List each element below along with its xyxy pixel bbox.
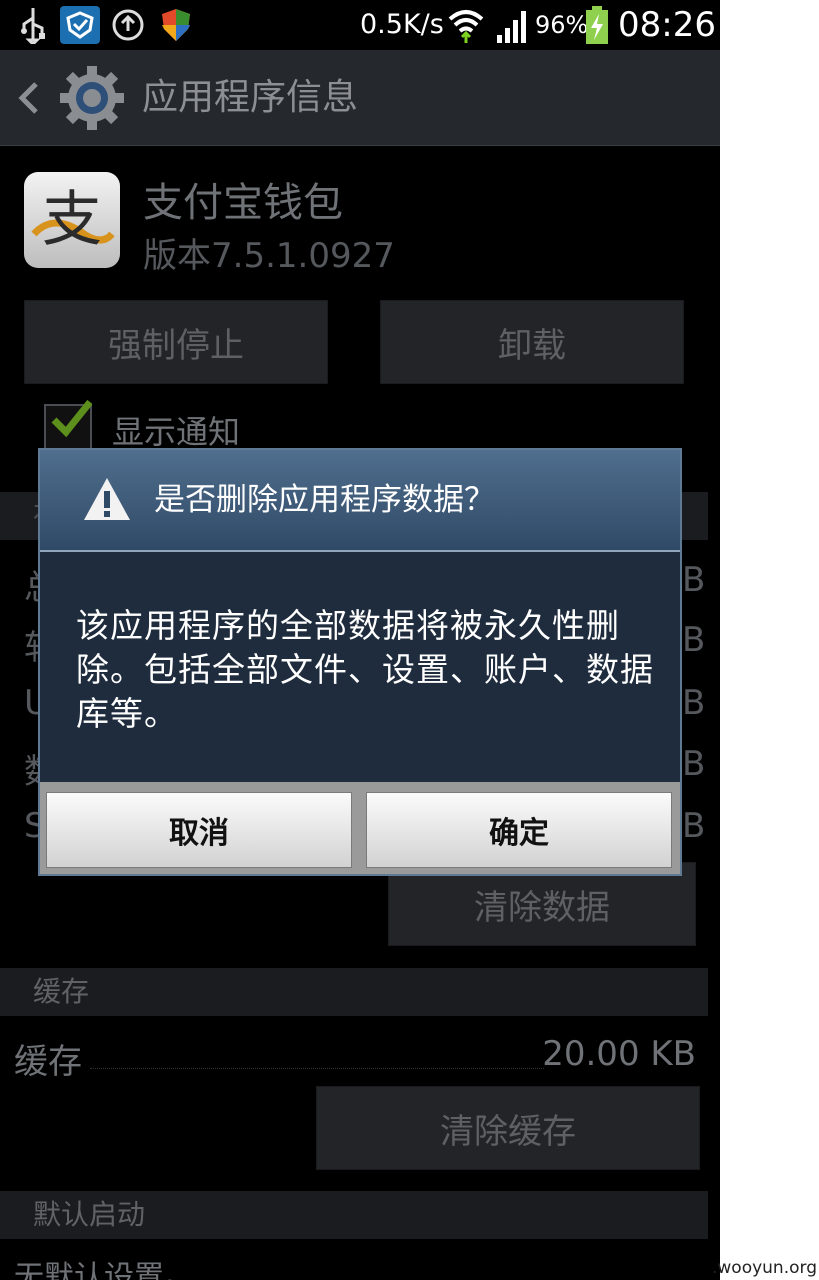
confirm-button[interactable]: 确定 xyxy=(366,792,672,868)
dialog-message: 该应用程序的全部数据将被永久性删除。包括全部文件、设置、账户、数据库等。 xyxy=(76,606,654,733)
app-version: 版本7.5.1.0927 xyxy=(143,236,395,276)
status-bar: 0.5K/s 96% 08:26 xyxy=(0,0,720,50)
cache-section-header: 缓存 xyxy=(0,968,708,1016)
battery-charging-icon xyxy=(584,6,610,44)
shield-app-icon xyxy=(60,6,100,44)
default-launch-title: 默认启动 xyxy=(33,1198,146,1231)
storage-row-data-value: B xyxy=(682,744,706,784)
phone-screen: 0.5K/s 96% 08:26 应用程序信息 支 支付宝钱包 版本7.5.1.… xyxy=(0,0,720,1280)
watermark: .wooyun.org xyxy=(711,1258,817,1278)
storage-row-sd-value: B xyxy=(682,806,706,846)
cache-section-title: 缓存 xyxy=(33,975,90,1008)
storage-row-usb-value: B xyxy=(682,683,706,723)
app-icon-glyph: 支 xyxy=(42,185,102,255)
show-notifications-label: 显示通知 xyxy=(112,413,241,451)
settings-gear-icon xyxy=(58,64,126,132)
default-launch-value: 无默认设置。 xyxy=(14,1260,194,1280)
usb-icon xyxy=(18,6,48,44)
sync-icon xyxy=(108,6,148,44)
security-shield-icon xyxy=(158,6,194,44)
dialog-button-bar: 取消 确定 xyxy=(40,782,680,874)
action-bar: 应用程序信息 xyxy=(0,50,720,146)
cache-row-value: 20.00 KB xyxy=(542,1034,696,1074)
uninstall-button[interactable]: 卸载 xyxy=(380,300,684,384)
dialog-title: 是否删除应用程序数据？ xyxy=(154,482,495,518)
clock: 08:26 xyxy=(618,5,716,45)
app-name: 支付宝钱包 xyxy=(143,180,343,226)
back-icon[interactable] xyxy=(10,78,46,118)
force-stop-button[interactable]: 强制停止 xyxy=(24,300,328,384)
battery-percent: 96% xyxy=(535,11,589,39)
alipay-icon: 支 xyxy=(24,172,120,268)
wifi-icon xyxy=(446,6,486,44)
signal-icon xyxy=(494,6,532,44)
default-launch-section-header: 默认启动 xyxy=(0,1191,708,1239)
net-speed: 0.5K/s xyxy=(360,9,444,40)
cache-row-leader xyxy=(90,1068,544,1069)
page-title: 应用程序信息 xyxy=(142,77,359,118)
warning-icon xyxy=(82,476,132,522)
storage-row-total-value: B xyxy=(682,560,706,600)
cache-row-label: 缓存 xyxy=(14,1042,82,1082)
delete-data-dialog: 是否删除应用程序数据？ 该应用程序的全部数据将被永久性删除。包括全部文件、设置、… xyxy=(38,448,682,876)
clear-cache-button[interactable]: 清除缓存 xyxy=(316,1086,700,1170)
show-notifications-checkbox[interactable] xyxy=(44,399,92,452)
dialog-header: 是否删除应用程序数据？ xyxy=(40,450,680,552)
cancel-button[interactable]: 取消 xyxy=(46,792,352,868)
storage-row-app-value: B xyxy=(682,620,706,660)
